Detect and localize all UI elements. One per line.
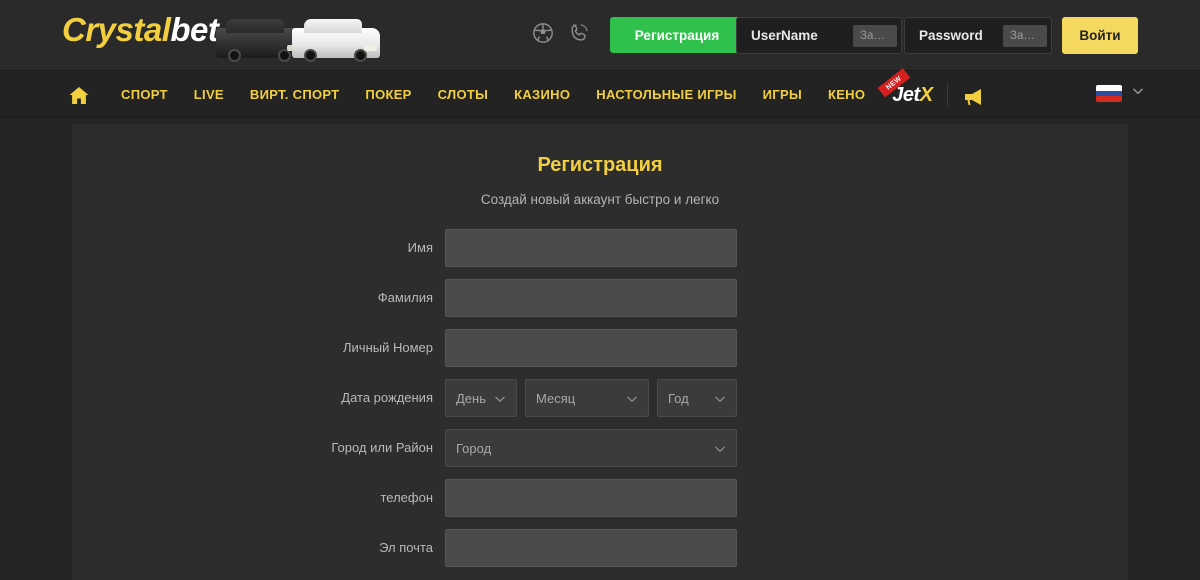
nav-item-sport[interactable]: СПОРТ [108, 71, 181, 119]
nav-item-jetx[interactable]: NEW JetX [877, 68, 933, 119]
page-title: Регистрация [537, 154, 663, 176]
language-selector[interactable] [1096, 84, 1145, 103]
soccer-ball-icon[interactable] [532, 22, 554, 44]
phone-label: телефон [380, 490, 433, 505]
site-logo[interactable]: Crystalbet [62, 8, 219, 52]
chevron-down-icon [493, 392, 507, 406]
dob-year-value: Год [668, 390, 689, 406]
home-icon[interactable] [67, 84, 91, 106]
login-button[interactable]: Войти [1062, 17, 1138, 54]
form-row-date-of-birth: Дата рождения День Месяц Год [72, 379, 1128, 417]
dob-day-select[interactable]: День [445, 379, 517, 417]
form-row-city: Город или Район Город [72, 429, 1128, 467]
nav-item-keno[interactable]: КЕНО [815, 71, 878, 119]
forgot-username-link[interactable]: Забыли [853, 24, 897, 47]
logo-cars-image [216, 18, 380, 62]
logo-text-crystal: Crystal [62, 11, 171, 48]
nav-item-slots[interactable]: СЛОТЫ [425, 71, 501, 119]
email-input[interactable] [445, 529, 737, 567]
wheel-icon [278, 49, 291, 62]
username-label: UserName [751, 28, 818, 43]
last-name-label: Фамилия [377, 290, 433, 305]
dob-day-value: День [456, 390, 486, 406]
nav-item-casino[interactable]: КАЗИНО [501, 71, 583, 119]
form-row-first-name: Имя [72, 229, 1128, 267]
last-name-input[interactable] [445, 279, 737, 317]
registration-form: Имя Фамилия Личный Номер Дата рождения Д… [72, 229, 1128, 567]
logo-text: Crystalbet [62, 8, 219, 52]
first-name-label: Имя [407, 240, 433, 255]
phone-icon[interactable] [568, 22, 590, 44]
wheel-icon [304, 49, 317, 62]
dob-year-select[interactable]: Год [657, 379, 737, 417]
nav-divider [946, 84, 948, 106]
megaphone-icon[interactable] [962, 85, 986, 105]
nav-item-games[interactable]: ИГРЫ [750, 71, 815, 119]
city-select-value: Город [456, 440, 492, 456]
form-row-personal-number: Личный Номер [72, 329, 1128, 367]
phone-input[interactable] [445, 479, 737, 517]
page-body: Регистрация Создай новый аккаунт быстро … [0, 118, 1200, 580]
jetx-logo-x: X [919, 84, 933, 106]
dob-month-value: Месяц [536, 390, 576, 406]
wheel-icon [228, 49, 241, 62]
chevron-down-icon [713, 392, 727, 406]
ru-flag-icon [1096, 85, 1122, 102]
form-row-last-name: Фамилия [72, 279, 1128, 317]
chevron-down-icon [1131, 84, 1145, 103]
page-subtitle: Создай новый аккаунт быстро и легко [480, 192, 720, 207]
main-navigation: СПОРТ LIVE ВИРТ. СПОРТ ПОКЕР СЛОТЫ КАЗИН… [0, 68, 1200, 119]
registration-panel: Регистрация Создай новый аккаунт быстро … [72, 124, 1128, 580]
nav-item-live[interactable]: LIVE [181, 71, 237, 119]
register-button[interactable]: Регистрация [610, 17, 744, 53]
wheel-icon [354, 49, 367, 62]
chevron-down-icon [713, 442, 727, 456]
nav-item-table-games[interactable]: НАСТОЛЬНЫЕ ИГРЫ [583, 71, 749, 119]
nav-item-virtual-sport[interactable]: ВИРТ. СПОРТ [237, 71, 353, 119]
top-header: Crystalbet Регистрация UserName Забыл Pa… [0, 0, 1200, 70]
dob-month-select[interactable]: Месяц [525, 379, 649, 417]
email-label: Эл почта [379, 540, 433, 555]
nav-item-list: СПОРТ LIVE ВИРТ. СПОРТ ПОКЕР СЛОТЫ КАЗИН… [108, 68, 986, 119]
form-row-email: Эл почта [72, 529, 1128, 567]
city-select[interactable]: Город [445, 429, 737, 467]
password-field-group[interactable]: Password Забыли [904, 17, 1052, 54]
username-field-group[interactable]: UserName Забыли [736, 17, 902, 54]
forgot-password-link[interactable]: Забыли [1003, 24, 1047, 47]
date-of-birth-label: Дата рождения [341, 390, 433, 405]
first-name-input[interactable] [445, 229, 737, 267]
nav-item-poker[interactable]: ПОКЕР [352, 71, 424, 119]
date-of-birth-group: День Месяц Год [445, 379, 737, 417]
form-row-phone: телефон [72, 479, 1128, 517]
white-car-graphic [292, 19, 380, 62]
dark-car-graphic [216, 19, 304, 62]
logo-text-bet: bet [170, 11, 219, 48]
personal-number-label: Личный Номер [343, 340, 433, 355]
header-quick-icons [532, 22, 590, 44]
password-label: Password [919, 28, 983, 43]
city-label: Город или Район [331, 440, 433, 455]
personal-number-input[interactable] [445, 329, 737, 367]
chevron-down-icon [625, 392, 639, 406]
